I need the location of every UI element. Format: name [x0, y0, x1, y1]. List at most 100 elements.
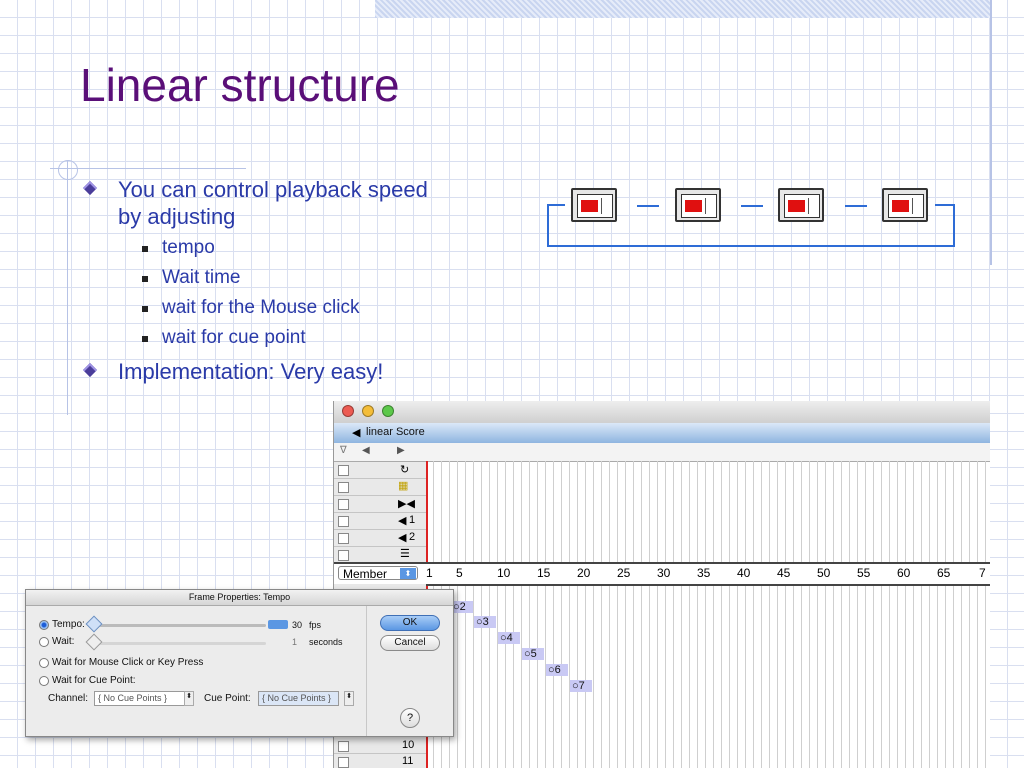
tempo-slider[interactable]: [90, 624, 266, 627]
mouse-click-label: Wait for Mouse Click or Key Press: [52, 657, 204, 668]
channel-select-value: { No Cue Points }: [98, 693, 168, 703]
channel-number: 10: [402, 739, 415, 751]
sound-channel-2[interactable]: ◀ 2: [334, 530, 426, 547]
collapse-triangle-icon[interactable]: ◀: [352, 426, 360, 439]
ruler-tick: 45: [777, 566, 791, 580]
sprite-cell-label: 3: [482, 616, 489, 628]
speaker-icon: ◀: [398, 532, 407, 544]
cue-point-radio[interactable]: [39, 676, 49, 686]
tempo-value: 30: [292, 620, 303, 630]
screen-card-2: [675, 188, 721, 222]
ruler-tick: 25: [617, 566, 631, 580]
ruler-tick: 7: [979, 566, 986, 580]
cue-point-label: Wait for Cue Point:: [52, 675, 136, 686]
sub-bullet-mouse: wait for the Mouse click: [162, 297, 360, 318]
sprite-cell-label: 6: [554, 664, 561, 676]
palette-channel-row[interactable]: ▦: [334, 479, 426, 496]
stepper-icon[interactable]: [268, 620, 288, 629]
ruler-tick: 40: [737, 566, 751, 580]
ok-button[interactable]: OK: [380, 615, 440, 631]
stepper-icon[interactable]: ⬍: [184, 691, 194, 706]
decor-line: [50, 168, 246, 169]
sprite-cell[interactable]: ○2: [451, 601, 473, 613]
screen-card-1: [571, 188, 617, 222]
right-decor-line: [990, 0, 992, 265]
channel-row-11[interactable]: 11: [334, 754, 426, 768]
frame-properties-dialog: Frame Properties: Tempo Tempo: 30 fps Wa…: [25, 589, 454, 737]
linear-diagram: [545, 180, 957, 252]
sound-channel-2-label: 2: [409, 531, 416, 543]
loop-line-left: [547, 204, 549, 247]
wait-value: 1: [292, 637, 298, 647]
prev-arrow-icon[interactable]: ◀: [362, 445, 370, 456]
frame-grid[interactable]: [426, 461, 990, 768]
ruler-tick: 5: [456, 566, 463, 580]
wait-unit: seconds: [309, 637, 343, 647]
mouse-click-radio[interactable]: [39, 658, 49, 668]
window-titlebar[interactable]: [334, 401, 990, 424]
frame-ruler: Member ⬍ 1 5 10 15 20 25 30 35 40 45 50 …: [334, 562, 990, 586]
wait-radio[interactable]: [39, 637, 49, 647]
decor-circle: [58, 160, 78, 180]
bullet-1-line2: by adjusting: [118, 204, 236, 229]
cue-point-select[interactable]: { No Cue Points }: [258, 691, 339, 706]
screen-card-4: [882, 188, 928, 222]
slider-thumb-icon[interactable]: [85, 615, 103, 633]
filter-icon[interactable]: ∇: [340, 445, 347, 456]
script-icon: ☰: [400, 548, 410, 560]
sub-bullet-wait-time: Wait time: [162, 267, 241, 288]
arrow-icon: [637, 205, 659, 207]
sprite-cell[interactable]: ○3: [474, 616, 496, 628]
tempo-radio[interactable]: [39, 620, 49, 630]
sprite-cell[interactable]: ○7: [570, 680, 592, 692]
wait-label: Wait:: [52, 636, 75, 647]
loop-line-bottom: [547, 245, 955, 247]
ruler-tick: 60: [897, 566, 911, 580]
palette-icon: ▦: [398, 480, 409, 492]
channel-row-10[interactable]: 10: [334, 738, 426, 754]
ruler-tick: 1: [426, 566, 433, 580]
sprite-cell[interactable]: ○4: [498, 632, 520, 644]
ruler-tick: 30: [657, 566, 671, 580]
ruler-tick: 65: [937, 566, 951, 580]
sprite-cell[interactable]: ○6: [546, 664, 568, 676]
score-toolbar: ∇ ◀ ▶: [334, 443, 990, 462]
ruler-tick: 15: [537, 566, 551, 580]
effect-channels: ↻ ▦ ▶◀ ◀ 1 ◀ 2 ☰: [334, 462, 426, 564]
cancel-button[interactable]: Cancel: [380, 635, 440, 651]
channel-select[interactable]: { No Cue Points }: [94, 691, 185, 706]
channel-label: Channel:: [48, 693, 89, 704]
cue-point-select-value: { No Cue Points }: [262, 693, 332, 703]
sound-channel-1[interactable]: ◀ 1: [334, 513, 426, 530]
bullet-diamond-icon: [82, 362, 98, 378]
ruler-tick: 10: [497, 566, 511, 580]
tempo-channel-row[interactable]: ↻: [334, 462, 426, 479]
screen-card-3: [778, 188, 824, 222]
member-select[interactable]: Member ⬍: [338, 566, 418, 581]
channel-number: 11: [402, 755, 414, 767]
close-icon[interactable]: [342, 405, 354, 417]
wait-slider[interactable]: [90, 642, 266, 645]
sprite-cell[interactable]: ○5: [522, 648, 544, 660]
arrow-icon: [547, 204, 565, 206]
speaker-icon: ◀: [398, 515, 407, 527]
next-arrow-icon[interactable]: ▶: [397, 445, 405, 456]
arrow-icon: [741, 205, 763, 207]
slider-thumb-icon[interactable]: [85, 633, 103, 651]
arrow-icon: [845, 205, 867, 207]
slide-title: Linear structure: [80, 59, 400, 111]
bullet-1-line1: You can control playback speed: [118, 177, 428, 202]
ruler-tick: 55: [857, 566, 871, 580]
minimize-icon[interactable]: [362, 405, 374, 417]
arrow-icon: [935, 204, 953, 206]
stepper-icon[interactable]: ⬍: [344, 691, 354, 706]
transition-channel-row[interactable]: ▶◀: [334, 496, 426, 513]
sprite-cell-label: 5: [530, 648, 537, 660]
top-decor-band: [375, 0, 990, 18]
sub-bullet-icon: [142, 336, 148, 342]
zoom-icon[interactable]: [382, 405, 394, 417]
loop-line-right: [953, 204, 955, 247]
tempo-unit: fps: [309, 620, 322, 630]
sub-bullet-cue: wait for cue point: [162, 327, 306, 348]
help-icon[interactable]: ?: [400, 708, 420, 728]
